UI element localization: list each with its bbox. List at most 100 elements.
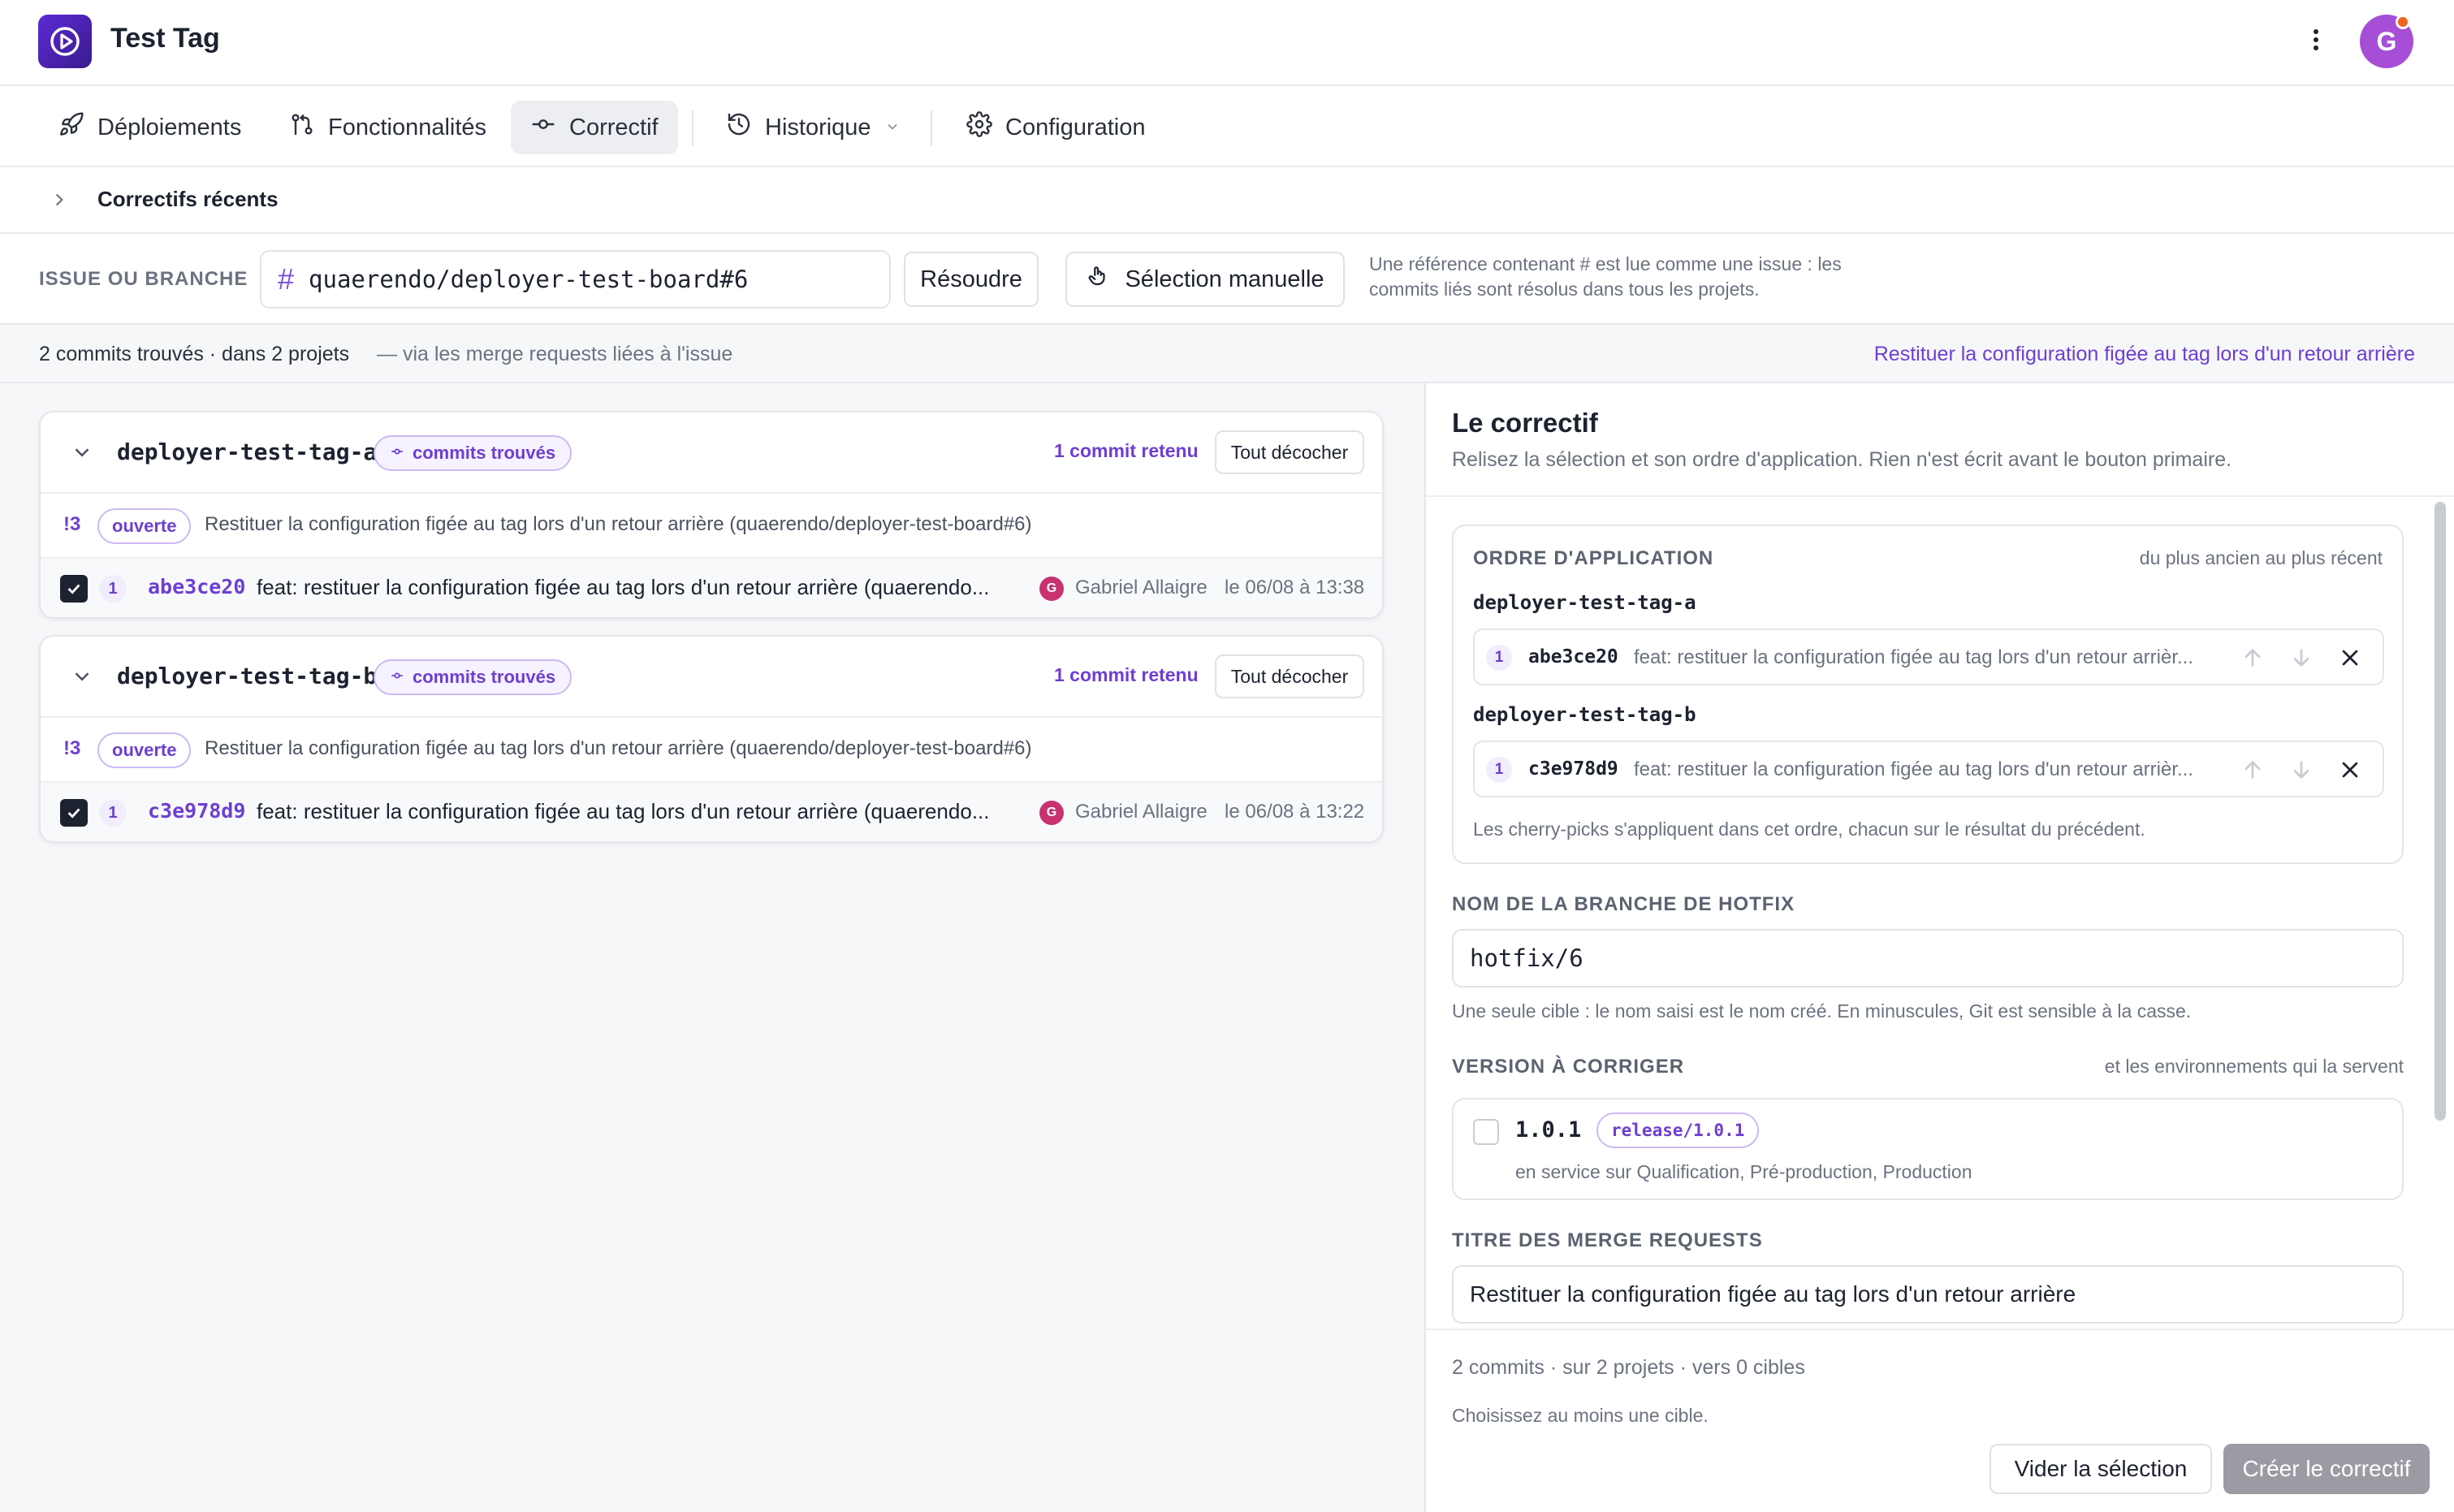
scrollbar-thumb[interactable]: [2435, 502, 2446, 1121]
selection-stats: 2 commits · sur 2 projets · vers 0 cible…: [1452, 1356, 1805, 1379]
commit-row[interactable]: 1 abe3ce20 feat: restituer la configurat…: [41, 559, 1382, 617]
tab-label: Fonctionnalités: [328, 114, 487, 140]
app-title: Test Tag: [110, 23, 220, 54]
commit-row[interactable]: 1 c3e978d9 feat: restituer la configurat…: [41, 783, 1382, 841]
order-number: 1: [99, 799, 127, 827]
tab-deploiements[interactable]: Déploiements: [39, 101, 261, 154]
commit-message: feat: restituer la configuration figée a…: [257, 575, 990, 599]
commit-checkbox[interactable]: [60, 575, 88, 603]
issue-input-value: quaerendo/deployer-test-board#6: [309, 266, 749, 293]
mr-title-input[interactable]: Restituer la configuration figée au tag …: [1452, 1265, 2404, 1324]
order-item: 1 c3e978d9 feat: restituer la configurat…: [1473, 741, 2384, 797]
commit-sha: c3e978d9: [1528, 758, 1618, 780]
commit-checkbox[interactable]: [60, 799, 88, 827]
chevron-down-icon[interactable]: [70, 440, 94, 469]
tab-correctif[interactable]: Correctif: [511, 101, 678, 154]
commit-icon: [390, 667, 404, 688]
arrow-up-icon[interactable]: [2240, 645, 2266, 675]
summary-text: 2 commits trouvés · dans 2 projets: [39, 343, 350, 365]
fix-title: Le correctif: [1452, 408, 1598, 438]
commits-found-badge: commits trouvés: [374, 659, 572, 695]
branch-label: NOM DE LA BRANCHE DE HOTFIX: [1452, 893, 1795, 915]
chevron-down-icon: [884, 114, 901, 141]
commit-date: le 06/08 à 13:22: [1225, 801, 1365, 823]
mr-number[interactable]: !3: [63, 513, 80, 536]
merge-request-row: !3 ouverte Restituer la configuration fi…: [41, 494, 1382, 559]
order-project-name: deployer-test-tag-b: [1473, 703, 1696, 726]
scrollbar[interactable]: [2435, 502, 2446, 1121]
rocket-icon: [58, 111, 84, 144]
clear-selection-button[interactable]: Vider la sélection: [1990, 1444, 2212, 1494]
app-header: Test Tag G: [0, 0, 2454, 86]
version-label: VERSION À CORRIGER: [1452, 1056, 1685, 1078]
mr-title: Restituer la configuration figée au tag …: [205, 513, 1032, 535]
more-options-icon[interactable]: [2300, 21, 2332, 58]
commit-icon: [390, 443, 404, 464]
order-number: 1: [1486, 757, 1512, 783]
retained-count: 1 commit retenu: [1054, 440, 1199, 461]
arrow-down-icon[interactable]: [2288, 757, 2314, 787]
pointer-hand-icon: [1086, 264, 1110, 295]
mr-number[interactable]: !3: [63, 737, 80, 760]
divider: [1426, 495, 2454, 497]
merge-request-row: !3 ouverte Restituer la configuration fi…: [41, 718, 1382, 783]
version-option[interactable]: 1.0.1 release/1.0.1 en service sur Quali…: [1452, 1098, 2404, 1200]
issue-input[interactable]: # quaerendo/deployer-test-board#6: [260, 250, 891, 309]
project-card-header: deployer-test-tag-b commits trouvés 1 co…: [41, 637, 1382, 718]
main-nav: Déploiements Fonctionnalités Correctif H…: [0, 86, 2454, 167]
issue-help-line: commits liés sont résolus dans tous les …: [1369, 279, 1760, 300]
resolve-button[interactable]: Résoudre: [904, 252, 1039, 307]
application-order-box: ORDRE D'APPLICATION du plus ancien au pl…: [1452, 525, 2404, 864]
version-number: 1.0.1: [1515, 1117, 1582, 1143]
chevron-down-icon[interactable]: [70, 664, 94, 693]
commit-author: Gabriel Allaigre: [1075, 577, 1208, 598]
tab-historique[interactable]: Historique: [706, 101, 920, 154]
commit-sha[interactable]: abe3ce20: [148, 575, 245, 598]
tab-fonctionnalites[interactable]: Fonctionnalités: [270, 101, 506, 154]
recent-fixes-label: Correctifs récents: [97, 187, 279, 211]
manual-selection-label: Sélection manuelle: [1125, 266, 1324, 292]
badge-label: commits trouvés: [413, 443, 556, 463]
status-badge: ouverte: [97, 732, 192, 768]
commit-message: feat: restituer la configuration figée a…: [1634, 758, 2193, 780]
close-icon[interactable]: [2337, 645, 2363, 675]
author-avatar: G: [1039, 577, 1064, 601]
mr-title-label: TITRE DES MERGE REQUESTS: [1452, 1229, 1763, 1251]
arrow-up-icon[interactable]: [2240, 757, 2266, 787]
issue-help-line: Une référence contenant # est lue comme …: [1369, 253, 1842, 274]
chevron-right-icon: [49, 187, 70, 217]
manual-selection-button[interactable]: Sélection manuelle: [1065, 252, 1345, 307]
tab-label: Historique: [765, 114, 871, 140]
arrow-down-icon[interactable]: [2288, 645, 2314, 675]
close-icon[interactable]: [2337, 757, 2363, 787]
order-hint: du plus ancien au plus récent: [2139, 547, 2383, 568]
nav-divider: [931, 110, 932, 146]
app-logo-icon[interactable]: [38, 15, 92, 68]
notification-dot: [2396, 15, 2410, 29]
projects-panel: deployer-test-tag-a commits trouvés 1 co…: [0, 383, 1424, 1512]
version-checkbox[interactable]: [1473, 1119, 1499, 1145]
release-branch-badge: release/1.0.1: [1596, 1112, 1760, 1148]
issue-label: ISSUE OU BRANCHE: [39, 268, 248, 290]
issue-title-link[interactable]: Restituer la configuration figée au tag …: [1874, 343, 2415, 366]
uncheck-all-button[interactable]: Tout décocher: [1215, 430, 1364, 474]
fix-footer: 2 commits · sur 2 projets · vers 0 cible…: [1426, 1328, 2454, 1512]
uncheck-all-button[interactable]: Tout décocher: [1215, 654, 1364, 698]
hotfix-branch-input[interactable]: hotfix/6: [1452, 929, 2404, 987]
recent-fixes-toggle[interactable]: Correctifs récents: [0, 167, 2454, 234]
branch-input-value: hotfix/6: [1470, 944, 1583, 972]
commit-sha[interactable]: c3e978d9: [148, 799, 245, 823]
issue-bar: ISSUE OU BRANCHE # quaerendo/deployer-te…: [0, 234, 2454, 325]
create-fix-button[interactable]: Créer le correctif: [2223, 1444, 2430, 1494]
history-icon: [726, 111, 752, 144]
project-card-header: deployer-test-tag-a commits trouvés 1 co…: [41, 413, 1382, 494]
mr-title: Restituer la configuration figée au tag …: [205, 737, 1032, 759]
gear-icon: [966, 111, 992, 144]
fix-panel: Le correctif Relisez la sélection et son…: [1424, 383, 2454, 1512]
order-number: 1: [1486, 645, 1512, 671]
order-label: ORDRE D'APPLICATION: [1473, 547, 1714, 569]
order-number: 1: [99, 575, 127, 603]
tab-configuration[interactable]: Configuration: [947, 101, 1165, 154]
commit-date: le 06/08 à 13:38: [1225, 577, 1365, 598]
hash-icon: #: [278, 262, 295, 296]
